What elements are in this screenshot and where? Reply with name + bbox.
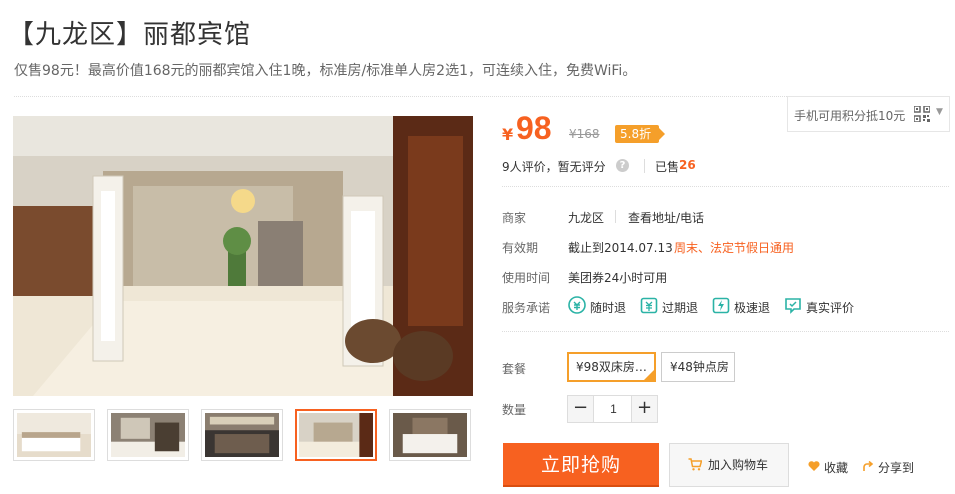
real-review-icon <box>785 298 801 314</box>
mobile-points-dropdown[interactable]: 手机可用积分抵10元 ▼ <box>787 96 950 132</box>
thumbnail-selected[interactable] <box>295 409 377 461</box>
share-icon <box>863 460 874 471</box>
buy-now-button[interactable]: 立即抢购 <box>503 443 659 487</box>
cart-icon <box>688 458 702 471</box>
divider <box>644 159 645 173</box>
view-address-link[interactable]: 查看地址/电话 <box>628 209 704 226</box>
quantity-stepper: − + <box>567 395 658 423</box>
heart-icon <box>808 461 820 471</box>
favorite-label: 收藏 <box>824 461 849 475</box>
sold-label: 已售 <box>655 160 680 174</box>
sold-count: 26 <box>679 158 696 172</box>
thumbnail[interactable] <box>389 409 471 461</box>
fast-refund-icon <box>712 297 730 314</box>
package-label: 套餐 <box>502 362 527 376</box>
quantity-minus-button[interactable]: − <box>568 396 594 422</box>
help-icon[interactable]: ? <box>616 159 629 172</box>
share-label: 分享到 <box>878 461 915 475</box>
mobile-points-text: 手机可用积分抵10元 <box>794 109 906 123</box>
merchant-label: 商家 <box>502 211 527 225</box>
validity-value: 截止到2014.07.13 <box>568 241 673 255</box>
divider <box>615 210 616 223</box>
divider <box>502 186 949 187</box>
original-price: ¥168 <box>569 127 600 141</box>
usage-label: 使用时间 <box>502 271 551 285</box>
expired-refund-icon <box>640 297 658 314</box>
promise-text: 极速退 <box>734 301 771 315</box>
promise-row: 服务承诺 随时退 过期退 极速退 真实评价 <box>502 296 902 317</box>
quantity-label: 数量 <box>502 403 527 417</box>
add-to-cart-button[interactable]: 加入购物车 <box>669 443 789 487</box>
add-to-cart-label: 加入购物车 <box>708 458 769 472</box>
thumbnail[interactable] <box>13 409 95 461</box>
thumbnail[interactable] <box>107 409 189 461</box>
thumbnail[interactable] <box>201 409 283 461</box>
package-option[interactable]: ¥48钟点房 <box>661 352 735 382</box>
promise-label: 服务承诺 <box>502 301 551 315</box>
promise-text: 真实评价 <box>806 301 855 315</box>
usage-value: 美团券24小时可用 <box>568 271 668 285</box>
main-photo[interactable] <box>13 116 473 396</box>
promise-text: 随时退 <box>590 301 627 315</box>
page-title: 【九龙区】丽都宾馆 <box>8 20 252 50</box>
divider <box>502 331 949 332</box>
currency-symbol: ¥ <box>502 125 514 144</box>
deal-subtitle: 仅售98元！最高价值168元的丽都宾馆入住1晚，标准房/标准单人房2选1，可连续… <box>14 63 637 79</box>
quantity-input[interactable] <box>595 396 632 422</box>
qr-code-icon <box>914 106 930 122</box>
merchant-name[interactable]: 九龙区 <box>568 209 604 226</box>
package-option-selected[interactable]: ¥98双床房… <box>567 352 656 382</box>
current-price: 98 <box>516 110 552 146</box>
quantity-plus-button[interactable]: + <box>631 396 657 422</box>
chevron-down-icon: ▼ <box>936 107 943 117</box>
promise-text: 过期退 <box>662 301 699 315</box>
thumbnail-strip <box>13 409 473 461</box>
discount-badge: 5.8折 <box>615 125 666 143</box>
refund-anytime-icon <box>568 296 586 314</box>
validity-note: 周末、法定节假日通用 <box>674 241 795 255</box>
review-summary[interactable]: 9人评价，暂无评分 <box>502 158 606 175</box>
validity-label: 有效期 <box>502 241 539 255</box>
